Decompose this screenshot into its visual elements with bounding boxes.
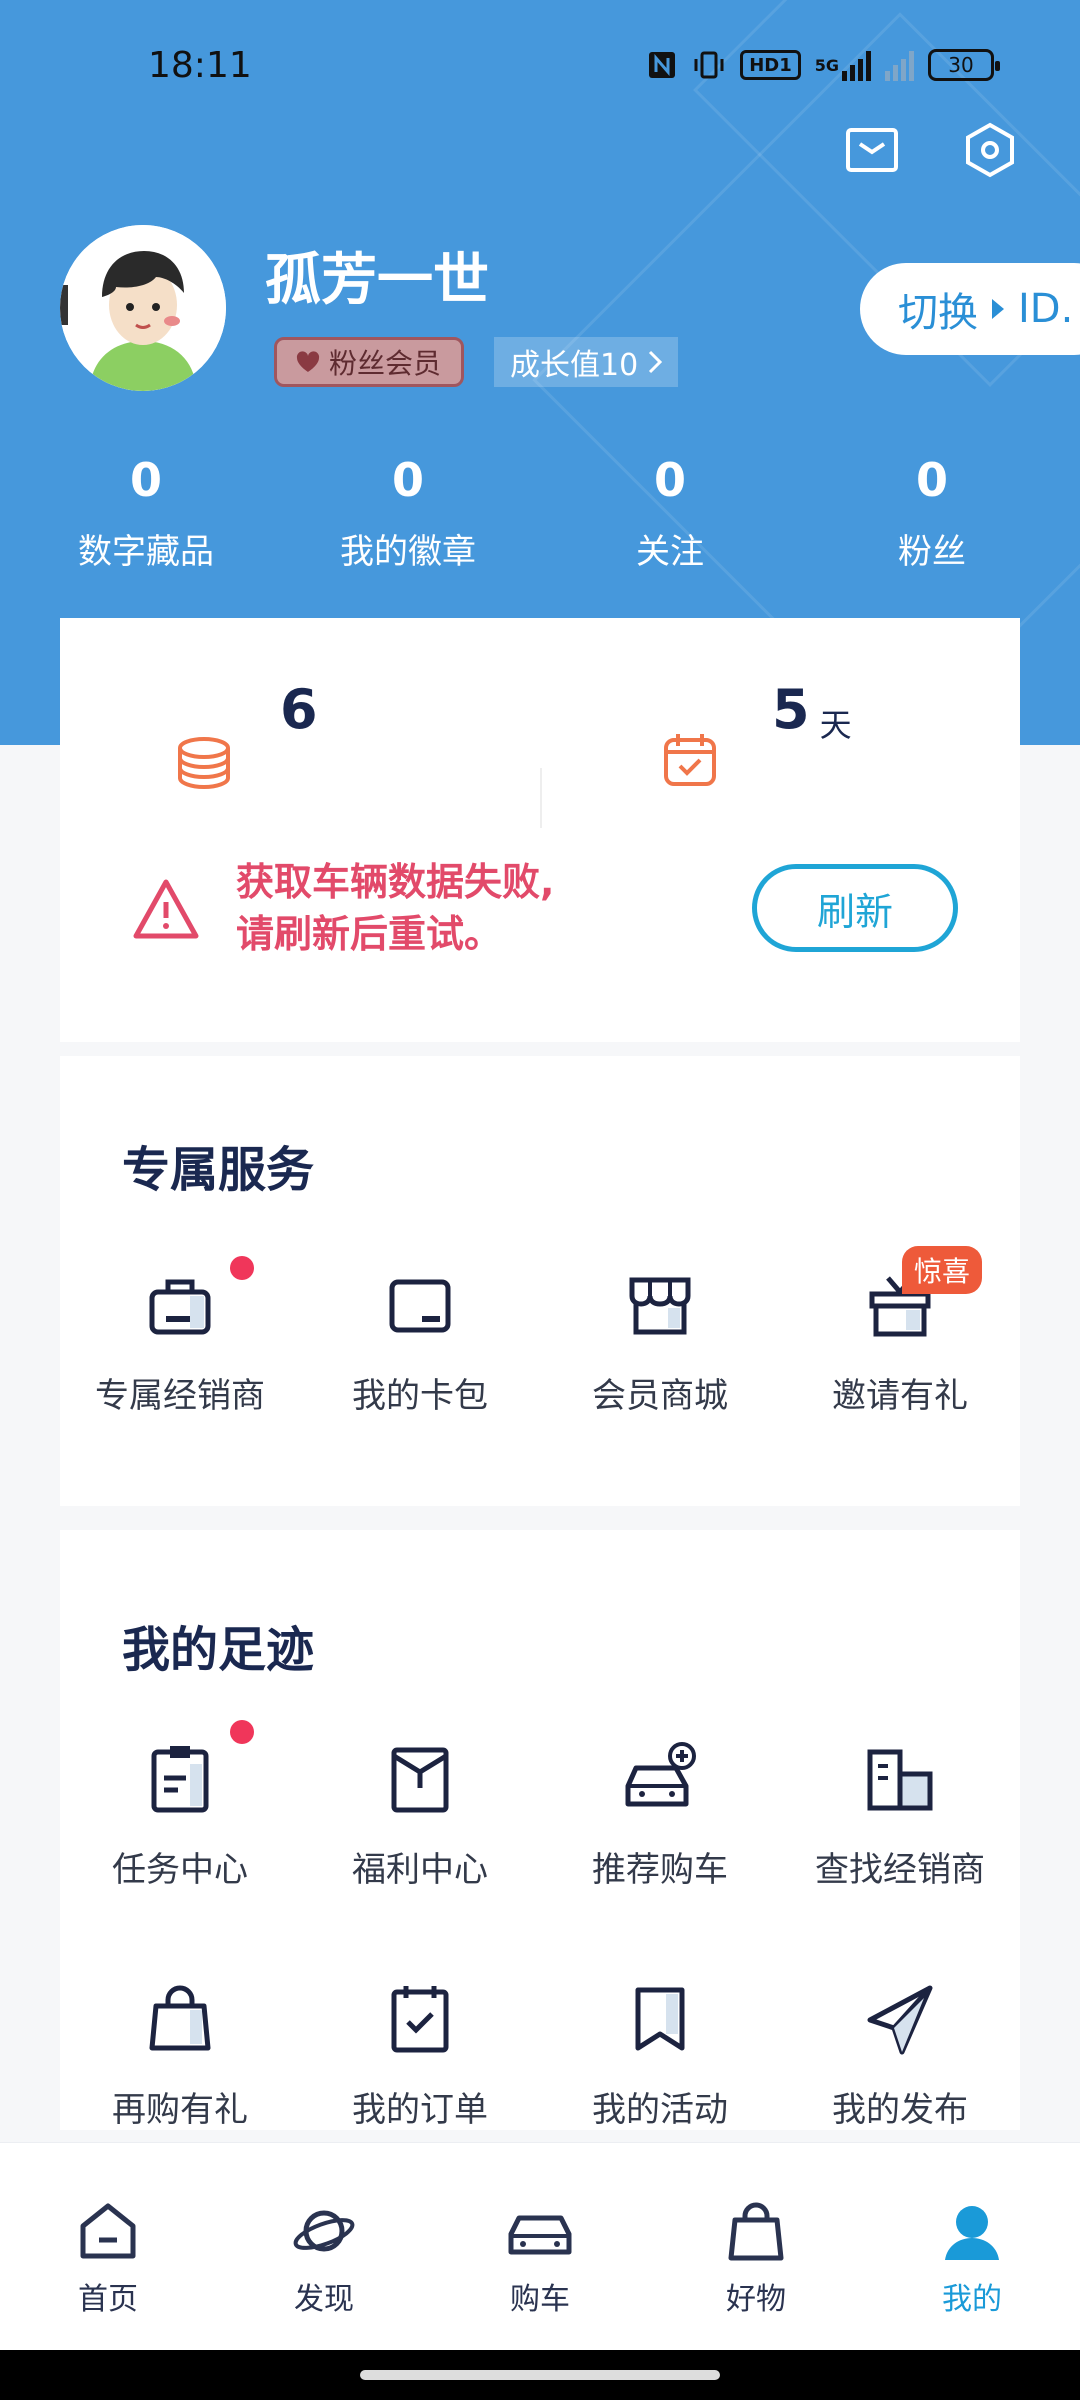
notification-dot [230,1720,254,1744]
hd-icon: HD1 [740,50,801,80]
bag-icon [723,2198,789,2264]
warning-icon [133,879,199,939]
checkin-unit: 天 [819,706,852,744]
car-icon [507,2198,573,2264]
stats-row: 0 数字藏品 0 我的徽章 0 关注 0 粉丝 [0,450,1080,590]
nav-mine[interactable]: 我的 [892,2198,1052,2318]
nfc-icon [646,48,678,82]
checkin-entry[interactable]: 5 天 [660,678,852,790]
vehicle-error-row: 获取车辆数据失败, 请刷新后重试。 刷新 [60,856,1020,976]
username: 孤芳一世 [265,248,489,313]
building-icon [860,1740,940,1820]
checkin-days: 5 [772,678,810,741]
nav-goods[interactable]: 好物 [676,2198,836,2318]
footprint-rebuy-gift[interactable]: 再购有礼 [60,1980,300,2131]
switch-label: 切换 [898,290,978,336]
user-icon [939,2198,1005,2264]
fan-badge-label: 粉丝会员 [329,347,442,380]
service-card-wallet[interactable]: 我的卡包 [300,1266,540,1417]
service-member-mall[interactable]: 会员商城 [540,1266,780,1417]
settings-icon[interactable] [960,120,1020,180]
clipboard-icon [140,1740,220,1820]
fan-member-badge[interactable]: 粉丝会员 [274,337,465,387]
footprint-my-orders[interactable]: 我的订单 [300,1980,540,2131]
nav-home[interactable]: 首页 [28,2198,188,2318]
home-indicator[interactable] [360,2370,720,2380]
points-card: 6 5 天 获取车辆数据失败, 请刷新后重试。 刷新 [60,618,1020,1042]
bottom-navigation: 首页 发现 购车 好物 我的 [0,2142,1080,2350]
switch-brand-button[interactable]: 切换 ID. [860,263,1080,355]
battery-icon: 30 [928,49,1000,81]
status-bar: 18:11 HD1 5G 30 [0,0,1080,135]
exclusive-services-title: 专属服务 [122,1142,315,1198]
coins-entry[interactable]: 6 [174,678,318,794]
nav-discover[interactable]: 发现 [244,2198,404,2318]
signal-icon [885,48,914,82]
footprint-my-posts[interactable]: 我的发布 [780,1980,1020,2131]
footprints-card: 我的足迹 任务中心 福利中心 推荐购车 查找经销商 再购有礼 我的订单 我的活动… [60,1530,1020,2130]
footprint-recommend-car[interactable]: 推荐购车 [540,1740,780,1891]
footprints-title: 我的足迹 [122,1622,315,1678]
status-time: 18:11 [148,45,252,86]
chevron-right-icon [649,350,663,374]
footprint-my-activities[interactable]: 我的活动 [540,1980,780,2131]
growth-value-label: 成长值10 [510,348,639,383]
growth-value-link[interactable]: 成长值10 [494,337,679,387]
service-invite-gift[interactable]: 邀请有礼 [780,1266,1020,1417]
stat-collectibles[interactable]: 0 数字藏品 [36,450,256,573]
stat-fans[interactable]: 0 粉丝 [822,450,1042,573]
refresh-button[interactable]: 刷新 [752,864,958,952]
points-divider [540,768,542,828]
vibrate-icon [692,48,726,82]
home-icon [75,2198,141,2264]
coins-icon [178,737,230,790]
points-row: 6 5 天 [60,678,1020,828]
briefcase-icon [140,1266,220,1346]
shopping-bag-icon [140,1980,220,2060]
message-icon[interactable] [842,120,902,180]
store-icon [620,1266,700,1346]
planet-icon [291,2198,357,2264]
bookmark-icon [620,1980,700,2060]
play-triangle-icon [992,299,1004,319]
coins-value: 6 [280,678,318,741]
network-5g-icon: 5G [815,48,871,82]
vehicle-error-message: 获取车辆数据失败, 请刷新后重试。 [236,860,555,956]
notification-dot [230,1256,254,1280]
stat-badges[interactable]: 0 我的徽章 [298,450,518,573]
send-icon [860,1980,940,2060]
avatar[interactable] [60,225,226,391]
surprise-tag: 惊喜 [902,1246,983,1294]
nav-buy-car[interactable]: 购车 [460,2198,620,2318]
switch-brand: ID. [1018,286,1074,332]
calendar-check-icon [664,734,716,786]
footprint-find-dealer[interactable]: 查找经销商 [780,1740,1020,1891]
footprint-task-center[interactable]: 任务中心 [60,1740,300,1891]
exclusive-services-card: 专属服务 专属经销商 我的卡包 会员商城 邀请有礼 惊喜 [60,1056,1020,1506]
service-dealer[interactable]: 专属经销商 [60,1266,300,1417]
calendar-check-icon [380,1980,460,2060]
status-icons: HD1 5G 30 [646,48,1000,82]
car-plus-icon [620,1740,700,1820]
stat-following[interactable]: 0 关注 [560,450,780,573]
envelope-icon [380,1740,460,1820]
wallet-icon [380,1266,460,1346]
heart-icon [296,351,320,372]
footprint-welfare-center[interactable]: 福利中心 [300,1740,540,1891]
gesture-bar [0,2350,1080,2400]
